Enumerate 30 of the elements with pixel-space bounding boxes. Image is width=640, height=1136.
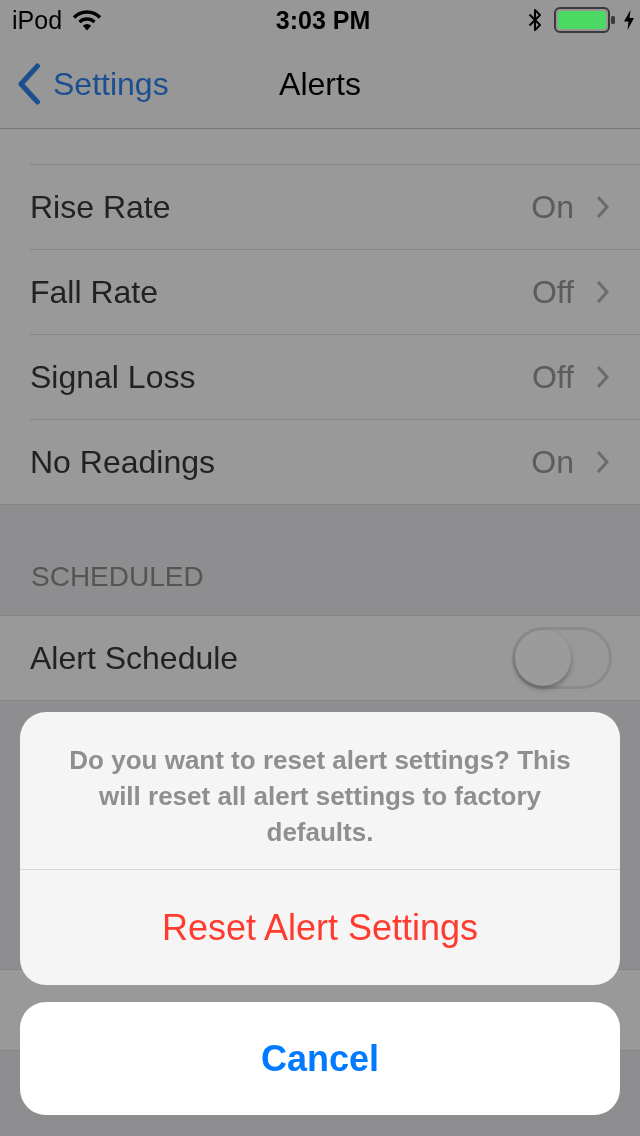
row-label: Alert Schedule [30,639,240,677]
chevron-icon [596,195,609,219]
chevron-icon [596,450,609,474]
row-value: On [531,443,574,481]
wifi-icon [72,9,103,31]
cancel-button[interactable]: Cancel [20,1002,620,1115]
settings-row[interactable]: Fall Rate Off [0,250,640,335]
back-button[interactable]: Settings [0,59,173,109]
back-chevron-icon [17,63,41,105]
row-value: Off [531,273,574,311]
row-label: No Readings [30,443,216,481]
screen-title: Alerts [279,65,361,103]
reset-button[interactable]: Reset Alert Settings [20,869,620,985]
chevron-icon [596,280,609,304]
carrier-name: iPod [12,5,63,35]
row-value: On [531,188,574,226]
bluetooth-icon [528,7,542,33]
settings-row[interactable]: Rise Rate On [0,165,640,250]
battery-icon [554,7,616,33]
row-value: Off [531,358,574,396]
charging-bolt-icon [624,10,634,30]
sheet-message: Do you want to reset alert settings? This will reset all alert settings to factory defaults. [68,744,572,849]
settings-row[interactable]: Signal Loss Off [0,335,640,420]
toggle-switch[interactable] [512,627,612,689]
row-label: Fall Rate [30,273,160,311]
section-header: SCHEDULED [31,561,204,593]
status-time: 3:03 PM [275,5,371,35]
row-label: Rise Rate [30,188,172,226]
chevron-icon [596,365,609,389]
row-label: Signal Loss [30,358,197,396]
